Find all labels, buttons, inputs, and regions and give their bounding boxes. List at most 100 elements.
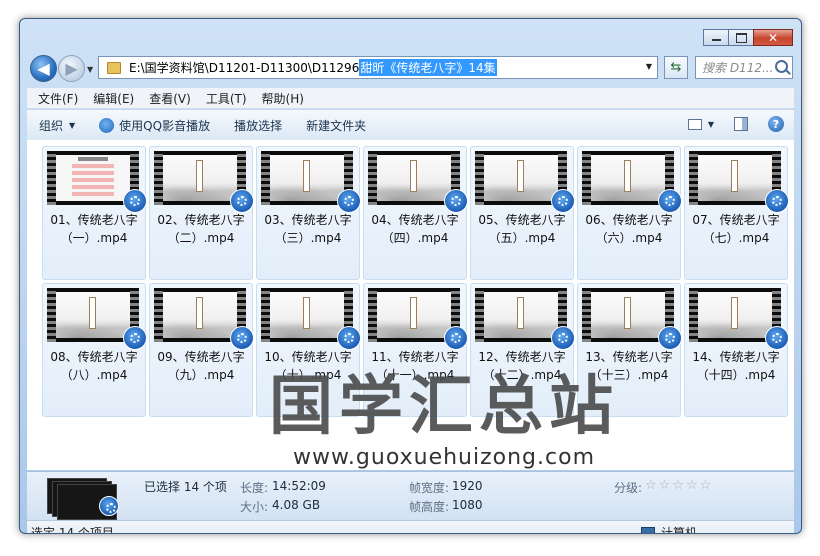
- file-name: 12、传统老八字 （十二）.mp4: [471, 348, 573, 384]
- video-frame: [591, 292, 665, 338]
- file-name-line1: 05、传统老八字: [478, 213, 566, 227]
- video-frame: [163, 292, 237, 338]
- forward-button[interactable]: ▶: [58, 55, 85, 82]
- file-name-line2: （四）.mp4: [381, 231, 449, 245]
- video-frame: [270, 155, 344, 201]
- search-placeholder: 搜索 D112...: [702, 61, 774, 75]
- file-name-line1: 14、传统老八字: [692, 350, 780, 364]
- file-name-line1: 10、传统老八字: [264, 350, 352, 364]
- menu-edit[interactable]: 编辑(E): [93, 90, 134, 107]
- film-strip: [475, 288, 484, 342]
- address-selected-text: 甜昕《传统老八字》14集: [359, 59, 497, 76]
- file-name-line1: 02、传统老八字: [157, 213, 245, 227]
- file-name-line1: 11、传统老八字: [371, 350, 459, 364]
- new-folder-button[interactable]: 新建文件夹: [306, 117, 366, 134]
- qq-video-badge-icon: [230, 189, 254, 213]
- menu-file[interactable]: 文件(F): [38, 90, 78, 107]
- film-strip: [368, 151, 377, 205]
- maximize-icon: [735, 32, 747, 43]
- file-item[interactable]: 03、传统老八字 （三）.mp4: [256, 146, 361, 280]
- play-qq-button[interactable]: 使用QQ影音播放: [99, 117, 210, 134]
- address-bar: ◀ ▶ ▼ E:\国学资料馆\D11201-D11300\D11296 甜昕《传…: [30, 55, 793, 83]
- address-path: E:\国学资料馆\D11201-D11300\D11296: [129, 61, 360, 75]
- size-value: 4.08 GB: [272, 498, 321, 512]
- file-item[interactable]: 09、传统老八字 （九）.mp4: [149, 283, 254, 417]
- file-item[interactable]: 02、传统老八字 （二）.mp4: [149, 146, 254, 280]
- file-name-line1: 09、传统老八字: [157, 350, 245, 364]
- maximize-button[interactable]: [728, 29, 754, 46]
- file-grid: 01、传统老八字 （一）.mp4 02、传统老八字 （二）.mp4 03、传统老八字 （三…: [42, 146, 789, 417]
- file-item[interactable]: 10、传统老八字 （十）.mp4: [256, 283, 361, 417]
- qq-video-badge-icon: [230, 326, 254, 350]
- video-frame: [698, 155, 772, 201]
- video-frame: [484, 155, 558, 201]
- file-name-line1: 03、传统老八字: [264, 213, 352, 227]
- file-item[interactable]: 12、传统老八字 （十二）.mp4: [470, 283, 575, 417]
- film-strip: [47, 151, 56, 205]
- size-label: 大小:: [240, 500, 269, 514]
- qq-video-badge-icon: [123, 326, 147, 350]
- address-dropdown-icon[interactable]: ▼: [646, 62, 652, 71]
- organize-button[interactable]: 组织 ▼: [39, 117, 75, 134]
- file-item[interactable]: 11、传统老八字 （十一）.mp4: [363, 283, 468, 417]
- qq-video-badge-icon: [123, 189, 147, 213]
- search-input[interactable]: 搜索 D112...: [695, 56, 793, 79]
- back-button[interactable]: ◀: [30, 55, 57, 82]
- file-name-line2: （七）.mp4: [702, 231, 770, 245]
- search-icon[interactable]: [775, 60, 788, 73]
- menu-view[interactable]: 查看(V): [149, 90, 191, 107]
- file-item[interactable]: 04、传统老八字 （四）.mp4: [363, 146, 468, 280]
- preview-pane-icon[interactable]: [734, 117, 748, 131]
- file-item[interactable]: 08、传统老八字 （八）.mp4: [42, 283, 147, 417]
- file-name-line2: （十）.mp4: [274, 368, 342, 382]
- refresh-button[interactable]: ⇆: [664, 56, 688, 79]
- view-dropdown-icon[interactable]: ▼: [708, 120, 714, 129]
- details-pane: 已选择 14 个项 长度: 14:52:09 大小: 4.08 GB 帧宽度: …: [27, 471, 794, 520]
- file-item[interactable]: 05、传统老八字 （五）.mp4: [470, 146, 575, 280]
- qq-video-badge-icon: [765, 326, 789, 350]
- file-name: 02、传统老八字 （二）.mp4: [150, 211, 252, 247]
- qq-player-icon: [99, 117, 115, 133]
- close-button[interactable]: ✕: [753, 29, 793, 46]
- recent-pages-dropdown-icon[interactable]: ▼: [87, 65, 93, 74]
- minimize-button[interactable]: [703, 29, 729, 46]
- qq-video-badge-icon: [551, 189, 575, 213]
- file-item[interactable]: 06、传统老八字 （六）.mp4: [577, 146, 682, 280]
- file-name-line2: （十一）.mp4: [375, 368, 455, 382]
- file-name: 08、传统老八字 （八）.mp4: [43, 348, 145, 384]
- menu-help[interactable]: 帮助(H): [262, 90, 304, 107]
- qq-video-badge-icon: [337, 189, 361, 213]
- refresh-icon: ⇆: [670, 60, 682, 75]
- frame-height-value: 1080: [452, 498, 483, 512]
- video-frame: [484, 292, 558, 338]
- rating-label: 分级:: [614, 481, 643, 495]
- film-strip: [47, 288, 56, 342]
- close-icon: ✕: [767, 30, 779, 45]
- file-name-line2: （十四）.mp4: [696, 368, 776, 382]
- play-selected-button[interactable]: 播放选择: [234, 117, 282, 134]
- play-qq-label: 使用QQ影音播放: [119, 118, 211, 133]
- rating-stars[interactable]: ☆☆☆☆☆: [645, 478, 713, 493]
- qq-video-badge-icon: [658, 189, 682, 213]
- status-computer: 计算机: [641, 524, 697, 533]
- video-frame: [591, 155, 665, 201]
- watermark-url: www.guoxuehuizong.com: [292, 445, 596, 470]
- status-selection-text: 选定 14 个项目: [31, 526, 114, 534]
- file-item[interactable]: 14、传统老八字 （十四）.mp4: [684, 283, 789, 417]
- file-name: 03、传统老八字 （三）.mp4: [257, 211, 359, 247]
- file-item[interactable]: 01、传统老八字 （一）.mp4: [42, 146, 147, 280]
- frame-width-label: 帧宽度:: [409, 481, 450, 495]
- help-icon[interactable]: ?: [768, 116, 784, 132]
- file-name-line2: （三）.mp4: [274, 231, 342, 245]
- back-arrow-icon: ◀: [37, 59, 50, 78]
- file-item[interactable]: 07、传统老八字 （七）.mp4: [684, 146, 789, 280]
- address-input[interactable]: E:\国学资料馆\D11201-D11300\D11296 甜昕《传统老八字》1…: [98, 56, 658, 79]
- video-frame: [56, 155, 130, 201]
- file-name: 11、传统老八字 （十一）.mp4: [364, 348, 466, 384]
- change-view-icon[interactable]: [687, 118, 702, 130]
- length-label: 长度:: [240, 481, 269, 495]
- file-name-line2: （一）.mp4: [60, 231, 128, 245]
- menu-tools[interactable]: 工具(T): [206, 90, 247, 107]
- file-item[interactable]: 13、传统老八字 （十三）.mp4: [577, 283, 682, 417]
- file-name: 07、传统老八字 （七）.mp4: [685, 211, 787, 247]
